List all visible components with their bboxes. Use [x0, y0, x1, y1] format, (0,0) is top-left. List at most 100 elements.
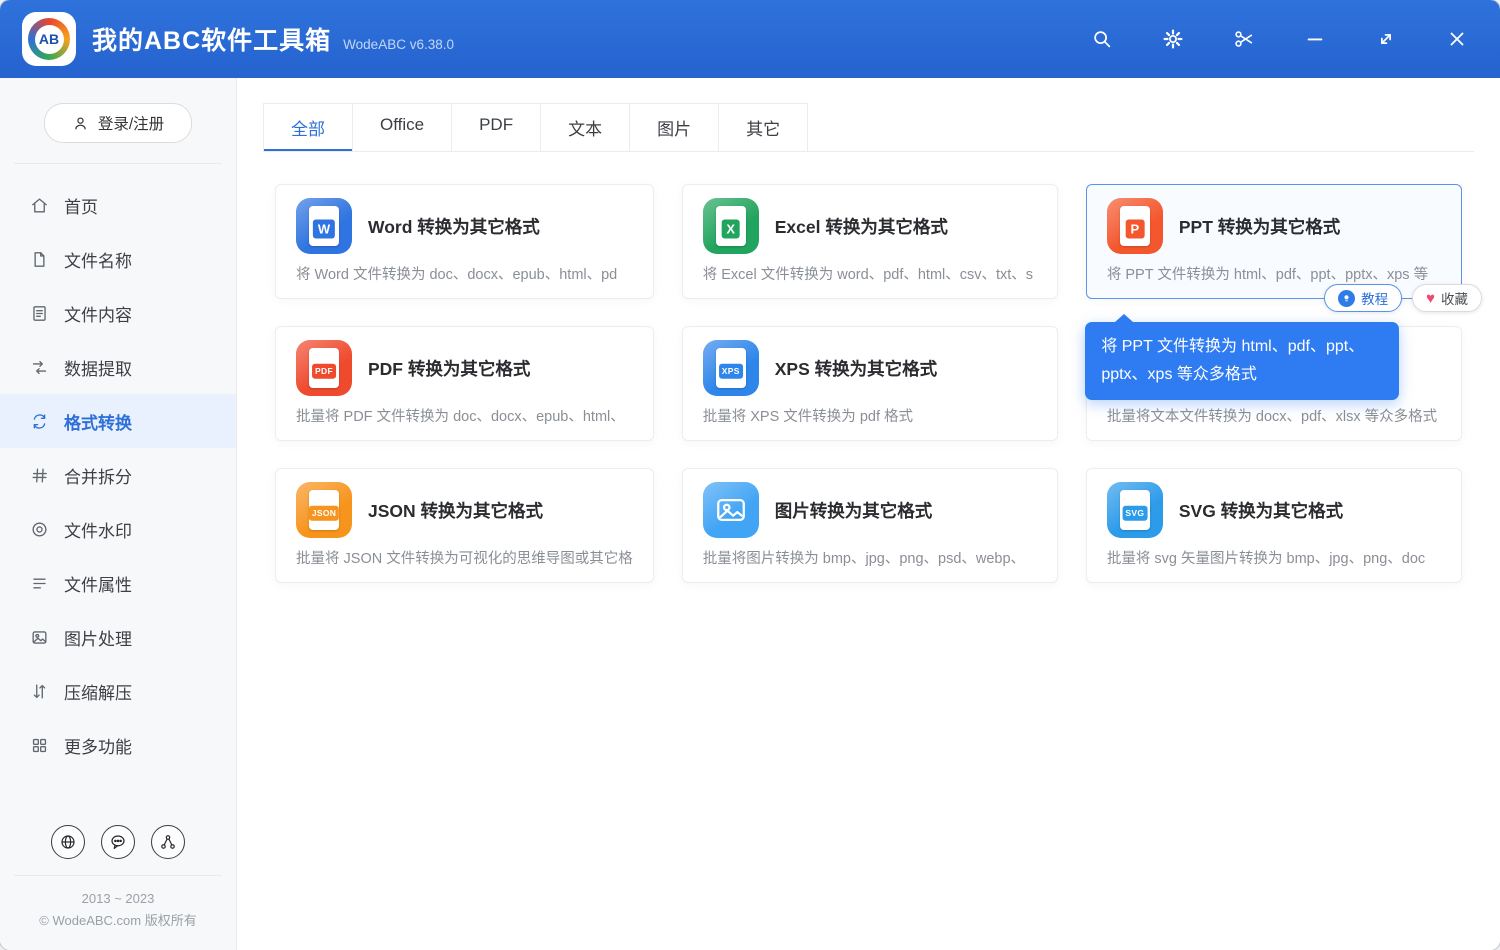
search-icon[interactable]: [1089, 26, 1115, 52]
settings-gear-icon[interactable]: [1160, 26, 1186, 52]
excel-icon: X: [702, 198, 759, 254]
sidebar-item-label: 文件名称: [64, 251, 132, 271]
tab-office[interactable]: Office: [352, 103, 453, 151]
login-register-button[interactable]: 登录/注册: [43, 103, 193, 143]
sidebar-item-label: 首页: [64, 197, 98, 217]
sidebar-item-watermark[interactable]: 文件水印: [0, 502, 236, 556]
sidebar-item-label: 文件内容: [64, 305, 132, 325]
app-window: AB 我的ABC软件工具箱 WodeABC v6.38.0 登录/注册 首页 文…: [0, 0, 1500, 950]
category-tabs: 全部 Office PDF 文本 图片 其它: [263, 103, 1474, 152]
body-row: 登录/注册 首页 文件名称 文件内容 数据提取 格式转换 合并拆分 文件水印 文…: [0, 78, 1500, 950]
sidebar-item-image-process[interactable]: 图片处理: [0, 610, 236, 664]
watermark-icon: [30, 520, 49, 539]
card-svg-convert[interactable]: SVG SVG 转换为其它格式 批量将 svg 矢量图片转换为 bmp、jpg、…: [1085, 468, 1462, 583]
file-name-icon: [30, 250, 49, 269]
file-props-icon: [30, 574, 49, 593]
image-process-icon: [30, 628, 49, 647]
compress-icon: [30, 682, 49, 701]
titlebar-actions: [1089, 26, 1470, 52]
favorite-button[interactable]: ♥ 收藏: [1412, 284, 1482, 312]
svg-icon: SVG: [1106, 482, 1163, 538]
tooltip: 将 PPT 文件转换为 html、pdf、ppt、pptx、xps 等众多格式: [1085, 314, 1400, 400]
main-content: 全部 Office PDF 文本 图片 其它 W Word 转换为其它格式 将 …: [237, 78, 1500, 950]
resize-maximize-icon[interactable]: [1373, 26, 1399, 52]
app-title: 我的ABC软件工具箱: [92, 27, 332, 55]
card-title: JSON 转换为其它格式: [368, 500, 544, 521]
home-icon: [30, 196, 49, 215]
sidebar-item-file-props[interactable]: 文件属性: [0, 556, 236, 610]
tooltip-text: 将 PPT 文件转换为 html、pdf、ppt、pptx、xps 等众多格式: [1101, 338, 1365, 383]
pdf-icon: PDF: [296, 340, 352, 396]
tab-all[interactable]: 全部: [263, 103, 353, 151]
card-desc: 批量将 JSON 文件转换为可视化的思维导图或其它格: [296, 551, 633, 567]
sidebar-item-file-content[interactable]: 文件内容: [0, 286, 236, 340]
card-image-convert[interactable]: 图片转换为其它格式 批量将图片转换为 bmp、jpg、png、psd、webp、: [681, 468, 1058, 583]
card-xps-convert[interactable]: XPS XPS 转换为其它格式 批量将 XPS 文件转换为 pdf 格式: [681, 326, 1058, 441]
sidebar-item-label: 压缩解压: [64, 683, 132, 703]
copyright-years: 2013 ~ 2023: [81, 890, 155, 906]
login-label: 登录/注册: [97, 116, 165, 133]
card-title: XPS 转换为其它格式: [774, 358, 938, 379]
share-network-icon[interactable]: [151, 824, 185, 859]
sidebar-item-label: 合并拆分: [64, 467, 132, 487]
card-desc: 批量将图片转换为 bmp、jpg、png、psd、webp、: [702, 551, 1026, 567]
website-browser-icon[interactable]: [51, 824, 85, 859]
word-icon: W: [296, 198, 352, 254]
tab-text[interactable]: 文本: [540, 103, 631, 151]
tutorial-button[interactable]: 教程: [1324, 284, 1403, 312]
card-json-convert[interactable]: JSON JSON 转换为其它格式 批量将 JSON 文件转换为可视化的思维导图…: [275, 468, 654, 583]
card-title: Excel 转换为其它格式: [774, 216, 948, 237]
screenshot-scissors-icon[interactable]: [1231, 26, 1257, 52]
logo-text: AB: [34, 24, 64, 54]
sidebar-item-format-convert[interactable]: 格式转换: [0, 394, 236, 448]
sidebar-item-merge-split[interactable]: 合并拆分: [0, 448, 236, 502]
sidebar-item-label: 文件水印: [64, 521, 132, 541]
card-pdf-convert[interactable]: PDF PDF 转换为其它格式 批量将 PDF 文件转换为 doc、docx、e…: [275, 326, 654, 441]
card-word-convert[interactable]: W Word 转换为其它格式 将 Word 文件转换为 doc、docx、epu…: [275, 184, 654, 299]
json-icon: JSON: [296, 482, 352, 538]
merge-split-icon: [30, 466, 49, 485]
minimize-icon[interactable]: [1302, 26, 1328, 52]
titlebar: AB 我的ABC软件工具箱 WodeABC v6.38.0: [0, 0, 1500, 78]
title-group: 我的ABC软件工具箱 WodeABC v6.38.0: [92, 21, 454, 57]
tab-pdf[interactable]: PDF: [451, 103, 542, 151]
card-desc: 批量将 PDF 文件转换为 doc、docx、epub、html、: [296, 409, 625, 425]
card-title: SVG 转换为其它格式: [1178, 500, 1344, 521]
sidebar-item-label: 文件属性: [64, 575, 132, 595]
tab-other[interactable]: 其它: [718, 103, 809, 151]
chat-feedback-icon[interactable]: [101, 824, 135, 859]
cards-area: W Word 转换为其它格式 将 Word 文件转换为 doc、docx、epu…: [275, 184, 1482, 583]
sidebar-item-data-extract[interactable]: 数据提取: [0, 340, 236, 394]
card-title: Word 转换为其它格式: [368, 216, 540, 237]
favorite-label: 收藏: [1441, 292, 1468, 307]
sidebar-item-label: 图片处理: [64, 629, 132, 649]
sidebar-item-more[interactable]: 更多功能: [0, 718, 236, 772]
sidebar-menu: 首页 文件名称 文件内容 数据提取 格式转换 合并拆分 文件水印 文件属性 图片…: [0, 178, 236, 772]
tab-image[interactable]: 图片: [629, 103, 720, 151]
login-wrap: 登录/注册: [0, 78, 236, 143]
data-extract-icon: [30, 358, 49, 377]
sidebar-item-compress[interactable]: 压缩解压: [0, 664, 236, 718]
app-logo: AB: [22, 12, 76, 66]
tooltip-arrow: [1115, 314, 1134, 322]
card-title: PDF 转换为其它格式: [368, 358, 531, 379]
card-title: PPT 转换为其它格式: [1178, 216, 1341, 237]
user-icon: [72, 115, 89, 132]
card-desc: 批量将 XPS 文件转换为 pdf 格式: [702, 409, 914, 425]
sidebar-footer: 2013 ~ 2023 © WodeABC.com 版权所有: [14, 874, 222, 950]
sidebar-item-home[interactable]: 首页: [0, 178, 236, 232]
card-excel-convert[interactable]: X Excel 转换为其它格式 将 Excel 文件转换为 word、pdf、h…: [681, 184, 1058, 299]
tutorial-label: 教程: [1361, 292, 1389, 307]
lightbulb-icon: [1338, 289, 1356, 307]
more-features-icon: [30, 736, 49, 755]
app-version: WodeABC v6.38.0: [343, 37, 454, 52]
sidebar-item-file-name[interactable]: 文件名称: [0, 232, 236, 286]
close-icon[interactable]: [1444, 26, 1470, 52]
sidebar-item-label: 格式转换: [64, 413, 132, 433]
card-ppt-convert[interactable]: P PPT 转换为其它格式 将 PPT 文件转换为 html、pdf、ppt、p…: [1085, 184, 1482, 312]
sidebar-item-label: 数据提取: [64, 359, 132, 379]
format-convert-icon: [30, 412, 49, 431]
heart-icon: ♥: [1426, 289, 1435, 307]
card-hover-actions: 教程 ♥ 收藏: [1324, 284, 1482, 312]
sidebar-bottom: 2013 ~ 2023 © WodeABC.com 版权所有: [0, 809, 236, 950]
